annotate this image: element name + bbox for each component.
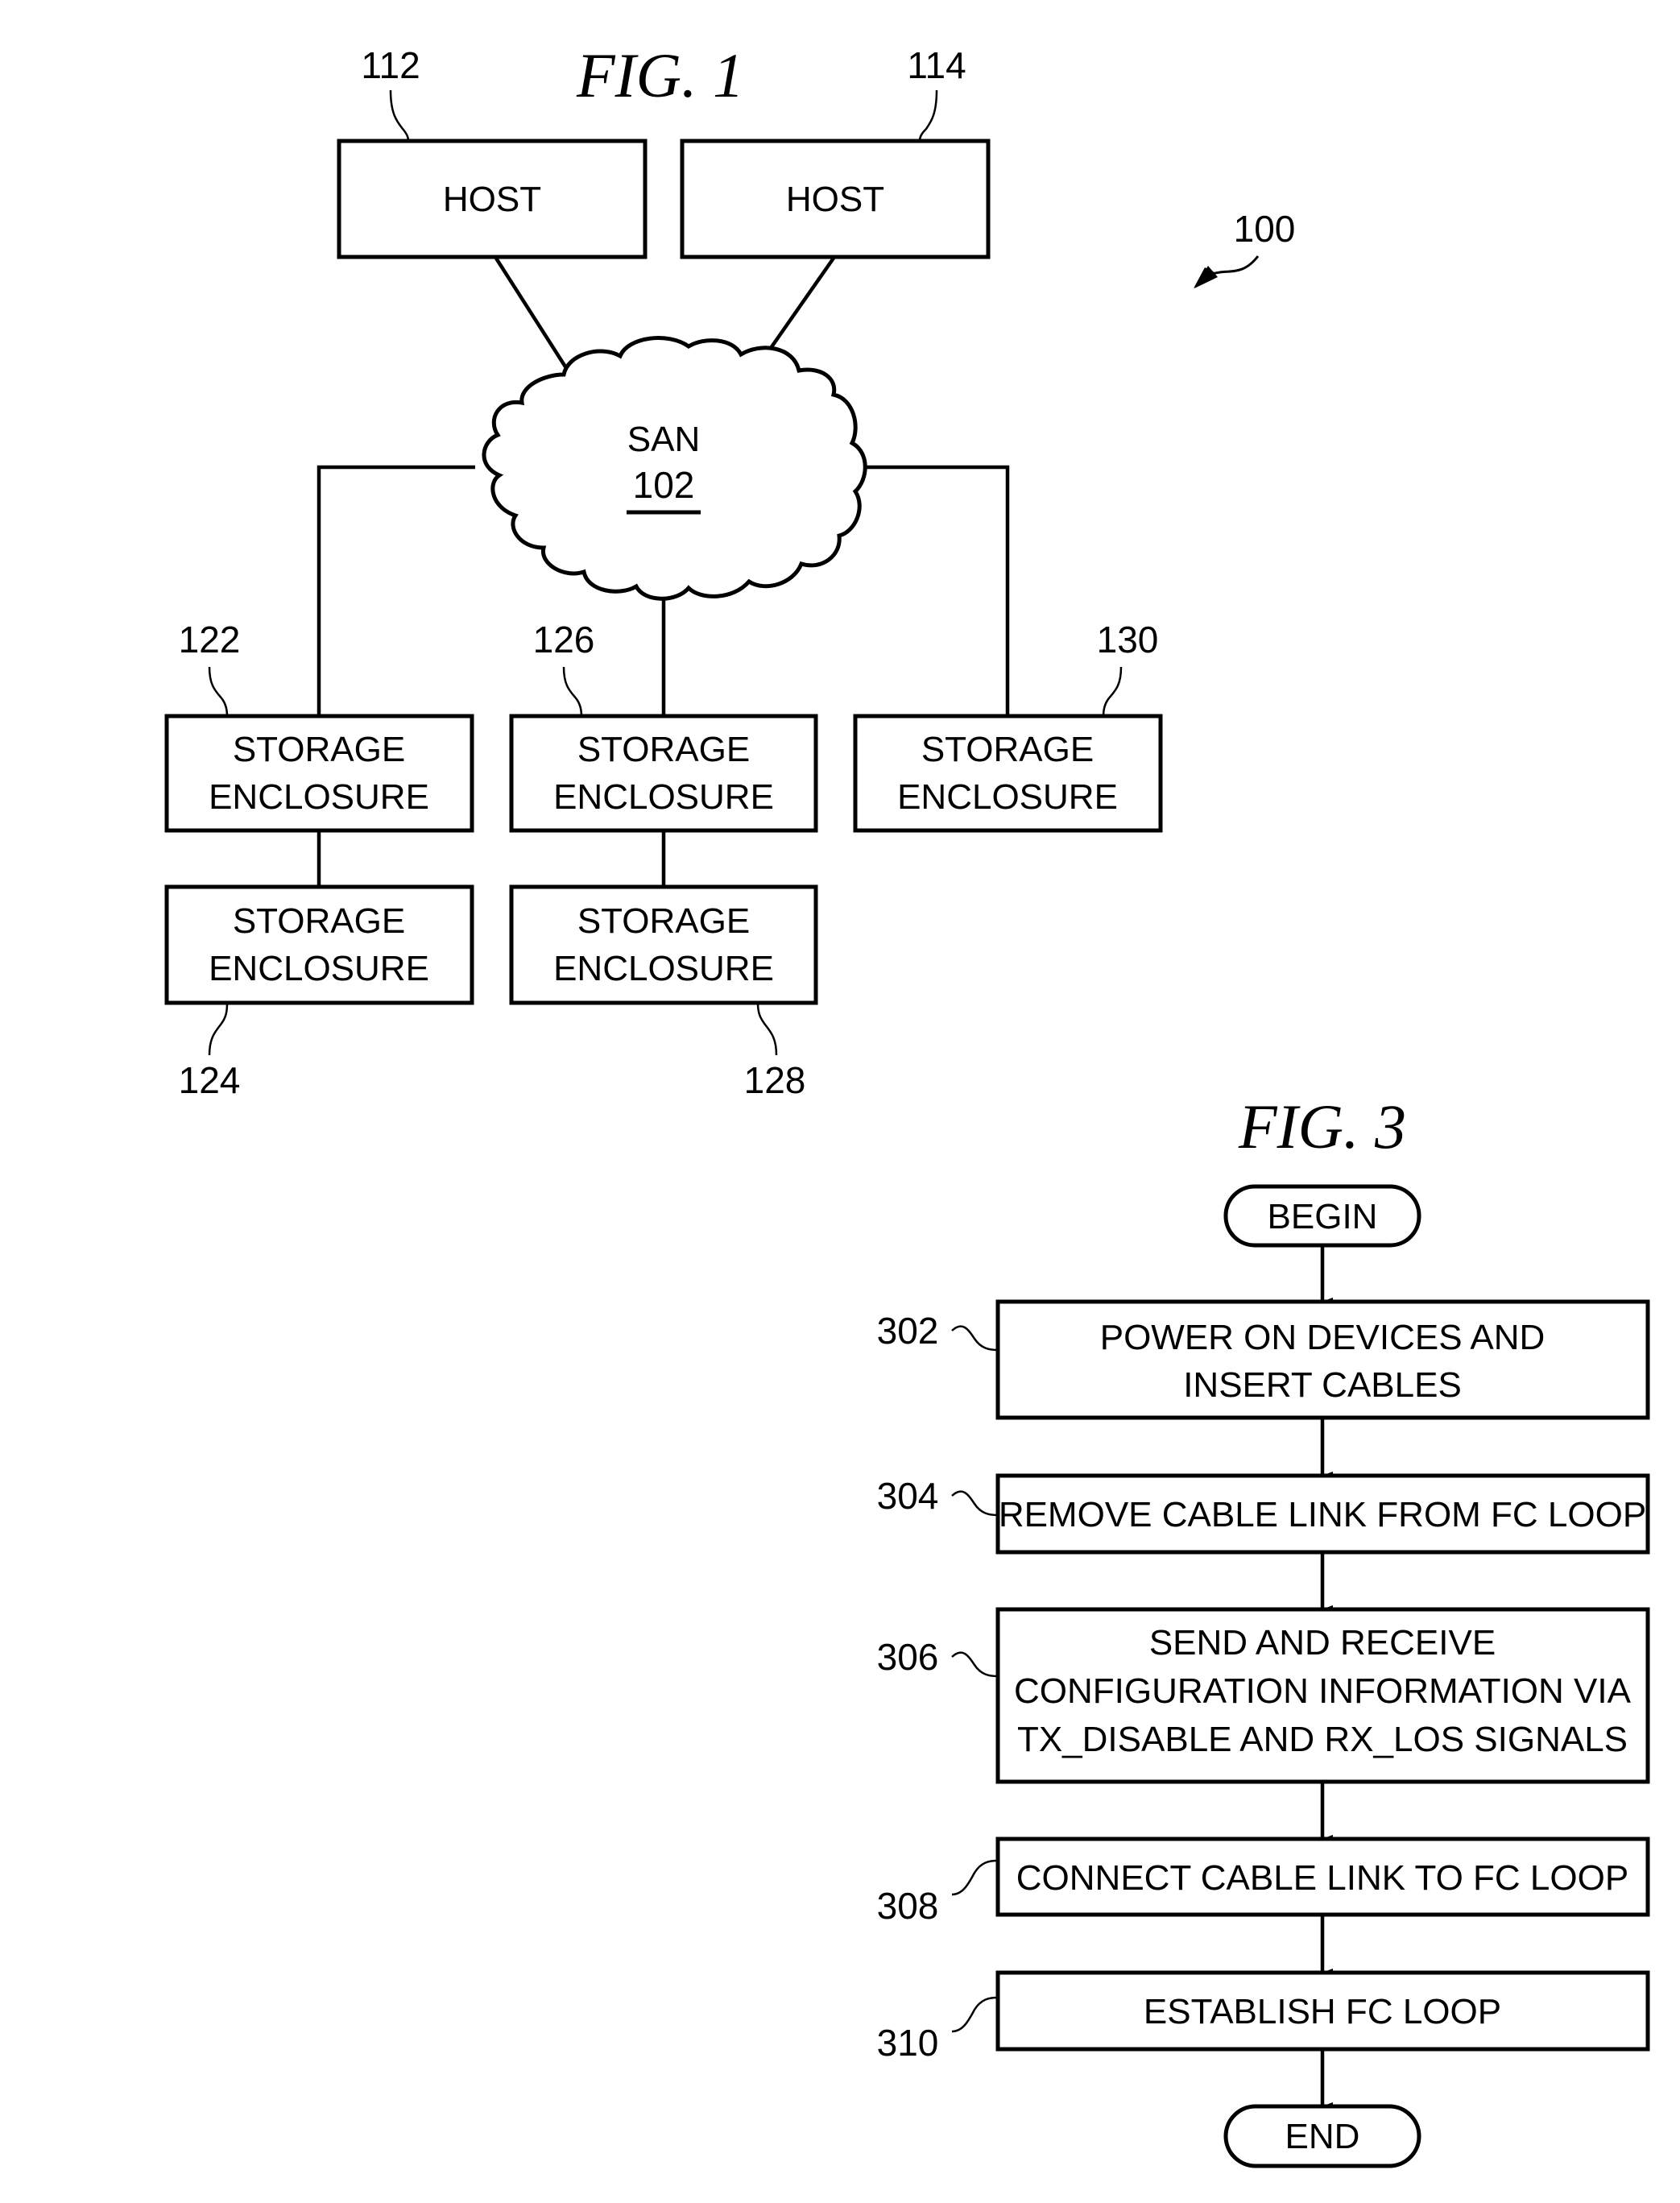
- step-ref-310: 310: [877, 2022, 939, 2064]
- figure-1: FIG. 1 100 112 HOST 114 HOST SAN 102 122…: [164, 40, 1295, 1101]
- enclosure-label-line2: ENCLOSURE: [553, 777, 774, 817]
- flow-end: END: [1223, 2104, 1421, 2168]
- step-ref-304: 304: [877, 1475, 939, 1517]
- figure-3: FIG. 3 BEGIN 302 POWER ON DEVICES AND IN…: [877, 1091, 1650, 2168]
- enclosure-label-line2: ENCLOSURE: [209, 777, 429, 817]
- ref-label-128: 128: [744, 1059, 806, 1101]
- ref-label-130: 130: [1097, 619, 1159, 660]
- storage-enclosure-128: STORAGE ENCLOSURE 128: [509, 884, 818, 1101]
- enclosure-label-line2: ENCLOSURE: [553, 949, 774, 988]
- step-ref-302: 302: [877, 1310, 939, 1352]
- enclosure-label-line1: STORAGE: [921, 730, 1094, 769]
- ref-label-114: 114: [907, 44, 966, 86]
- begin-label: BEGIN: [1268, 1197, 1378, 1236]
- host-114-to-san-link: [762, 255, 836, 360]
- storage-enclosure-124: STORAGE ENCLOSURE 124: [164, 884, 474, 1101]
- san-to-enclosure-122-link: [317, 465, 475, 716]
- step-text-line: POWER ON DEVICES AND: [1100, 1318, 1546, 1357]
- step-text-line: INSERT CABLES: [1183, 1365, 1462, 1405]
- san-label: SAN: [627, 420, 700, 459]
- step-text-line: TX_DISABLE AND RX_LOS SIGNALS: [1017, 1720, 1628, 1759]
- flow-step-310: 310 ESTABLISH FC LOOP: [877, 1970, 1650, 2064]
- flow-step-306: 306 SEND AND RECEIVE CONFIGURATION INFOR…: [877, 1607, 1650, 1784]
- step-text-line: SEND AND RECEIVE: [1149, 1623, 1496, 1663]
- step-text-line: ESTABLISH FC LOOP: [1144, 1992, 1501, 2031]
- host-label: HOST: [443, 180, 541, 219]
- san-ref: 102: [633, 464, 695, 506]
- host-112-to-san-link: [494, 255, 569, 372]
- enclosure-label-line1: STORAGE: [233, 901, 405, 941]
- ref-label-112: 112: [361, 44, 420, 86]
- fig3-title: FIG. 3: [1238, 1091, 1406, 1162]
- step-ref-306: 306: [877, 1636, 939, 1678]
- ref-label-122: 122: [179, 619, 241, 660]
- enclosure-label-line2: ENCLOSURE: [897, 777, 1118, 817]
- flow-step-302: 302 POWER ON DEVICES AND INSERT CABLES: [877, 1299, 1650, 1420]
- san-to-enclosure-130-link: [859, 465, 1010, 716]
- step-text-line: CONFIGURATION INFORMATION VIA: [1014, 1671, 1632, 1711]
- enclosure-label-line2: ENCLOSURE: [209, 949, 429, 988]
- system-ref-label: 100: [1234, 208, 1296, 250]
- patent-drawing-sheet: FIG. 1 100 112 HOST 114 HOST SAN 102 122…: [164, 40, 1650, 2168]
- step-text-line: CONNECT CABLE LINK TO FC LOOP: [1016, 1858, 1628, 1898]
- host-label: HOST: [786, 180, 884, 219]
- flow-step-308: 308 CONNECT CABLE LINK TO FC LOOP: [877, 1837, 1650, 1927]
- step-ref-308: 308: [877, 1885, 939, 1927]
- enclosure-label-line1: STORAGE: [577, 730, 750, 769]
- enclosure-label-line1: STORAGE: [577, 901, 750, 941]
- flow-begin: BEGIN: [1223, 1184, 1421, 1248]
- san-102: SAN 102: [482, 336, 867, 601]
- enclosure-label-line1: STORAGE: [233, 730, 405, 769]
- step-text-line: REMOVE CABLE LINK FROM FC LOOP: [999, 1495, 1646, 1534]
- flow-step-304: 304 REMOVE CABLE LINK FROM FC LOOP: [877, 1473, 1650, 1555]
- system-reference-100: 100: [1194, 208, 1295, 288]
- ref-label-126: 126: [533, 619, 595, 660]
- fig1-title: FIG. 1: [576, 40, 744, 110]
- end-label: END: [1285, 2117, 1360, 2156]
- ref-label-124: 124: [179, 1059, 241, 1101]
